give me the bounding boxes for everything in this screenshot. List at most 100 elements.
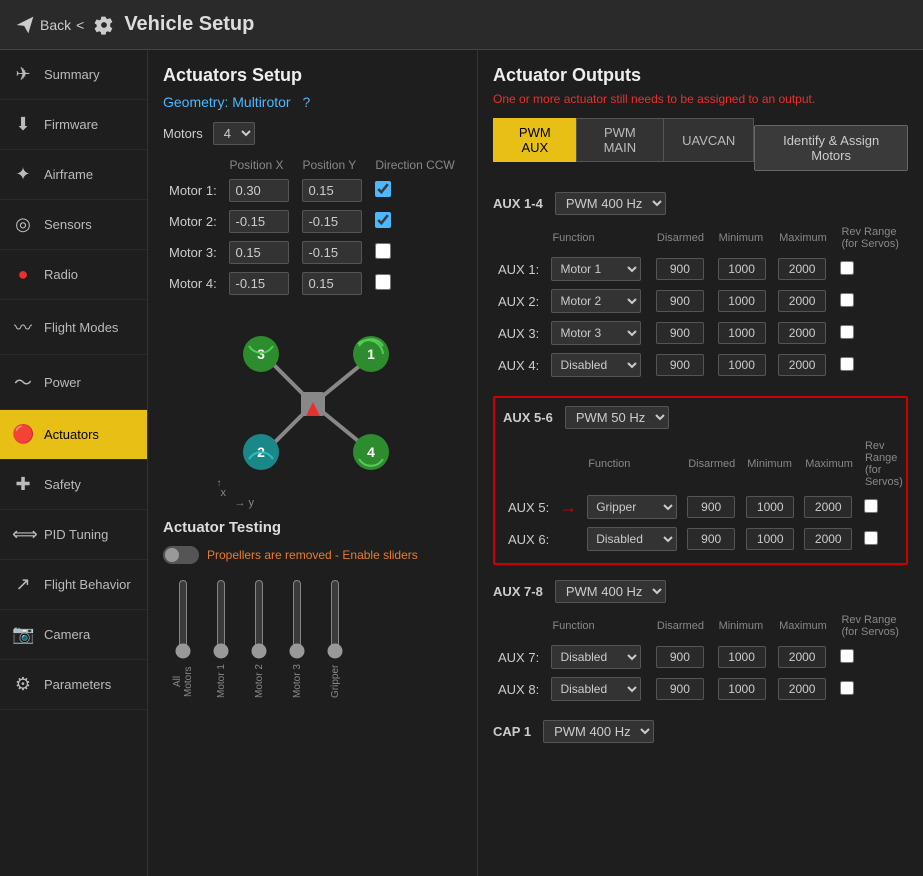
aux8-disarmed[interactable] [656,678,704,700]
enable-sliders-toggle[interactable] [163,546,199,564]
aux2-minimum[interactable] [718,290,766,312]
aux8-rev-checkbox[interactable] [840,681,854,695]
aux1-maximum[interactable] [778,258,826,280]
aux8-maximum[interactable] [778,678,826,700]
aux7-8-title: AUX 7-8 [493,584,543,599]
table-row: Motor 1: [163,175,462,206]
cap1-freq-select[interactable]: PWM 400 Hz [543,720,654,743]
aux6-function-select[interactable]: Disabled [587,527,677,551]
motor1-slider[interactable] [211,579,231,659]
aux8-label: AUX 8: [493,673,546,705]
aux5-minimum[interactable] [746,496,794,518]
aux2-maximum[interactable] [778,290,826,312]
aux5-disarmed[interactable] [687,496,735,518]
aux2-rev-checkbox[interactable] [840,293,854,307]
aux1-rev-checkbox[interactable] [840,261,854,275]
aux6-maximum[interactable] [804,528,852,550]
all-motors-label: All Motors [172,664,194,699]
aux3-rev-checkbox[interactable] [840,325,854,339]
aux2-disarmed[interactable] [656,290,704,312]
sidebar-item-flight-behavior[interactable]: ↗ Flight Behavior [0,560,147,610]
motors-count-select[interactable]: 4 [213,122,255,145]
aux3-function-select[interactable]: Motor 3 [551,321,641,345]
sidebar-item-sensors[interactable]: ◎ Sensors [0,200,147,250]
aux5-rev-checkbox[interactable] [864,499,878,513]
aux5-maximum[interactable] [804,496,852,518]
motor3-pos-y[interactable] [302,241,362,264]
all-motors-slider[interactable] [173,579,193,659]
aux4-disarmed[interactable] [656,354,704,376]
aux3-maximum[interactable] [778,322,826,344]
motor2-ccw-checkbox[interactable] [375,212,391,228]
aux4-function-select[interactable]: Disabled [551,353,641,377]
aux6-rev-checkbox[interactable] [864,531,878,545]
sidebar-item-actuators[interactable]: 🔴 Actuators [0,410,147,460]
aux7-rev-checkbox[interactable] [840,649,854,663]
motor-row-label: Motor 1: [163,175,223,206]
aux8-minimum[interactable] [718,678,766,700]
motor2-slider[interactable] [249,579,269,659]
axis-arrow: ↑ [217,478,222,489]
sidebar-item-flight-modes[interactable]: 〰 Flight Modes [0,300,147,355]
tab-uavcan[interactable]: UAVCAN [663,118,754,162]
motor4-pos-y[interactable] [302,272,362,295]
aux7-label: AUX 7: [493,641,546,673]
sidebar-item-firmware[interactable]: ⬇ Firmware [0,100,147,150]
back-button[interactable]: Back < [15,15,84,35]
aux5-function-select[interactable]: Gripper [587,495,677,519]
aux1-disarmed[interactable] [656,258,704,280]
aux7-maximum[interactable] [778,646,826,668]
sidebar-item-summary[interactable]: ✈ Summary [0,50,147,100]
motor2-pos-x[interactable] [229,210,289,233]
motor1-ccw-checkbox[interactable] [375,181,391,197]
sidebar-label-pid: PID Tuning [44,527,108,542]
aux1-4-freq-select[interactable]: PWM 400 Hz [555,192,666,215]
motor1-pos-y[interactable] [302,179,362,202]
aux4-rev-checkbox[interactable] [840,357,854,371]
sidebar-item-power[interactable]: 〜 Power [0,355,147,410]
col-motor [163,155,223,175]
aux4-maximum[interactable] [778,354,826,376]
identify-assign-button[interactable]: Identify & Assign Motors [754,125,908,171]
sidebar-label-flight-behavior: Flight Behavior [44,577,131,592]
aux6-minimum[interactable] [746,528,794,550]
aux1-4-section: AUX 1-4 PWM 400 Hz Function Disarmed Min… [493,192,908,381]
aux7-function-select[interactable]: Disabled [551,645,641,669]
aux7-minimum[interactable] [718,646,766,668]
aux3-disarmed[interactable] [656,322,704,344]
aux-col-maximum: Maximum [773,223,835,253]
motor3-ccw-checkbox[interactable] [375,243,391,259]
aux1-function-select[interactable]: Motor 1 [551,257,641,281]
help-icon[interactable]: ? [303,94,311,110]
sidebar-item-camera[interactable]: 📷 Camera [0,610,147,660]
sidebar-item-pid-tuning[interactable]: ⟺ PID Tuning [0,510,147,560]
sidebar-item-safety[interactable]: ✚ Safety [0,460,147,510]
aux8-function-select[interactable]: Disabled [551,677,641,701]
motor1-pos-x[interactable] [229,179,289,202]
left-panel: Actuators Setup Geometry: Multirotor ? M… [148,50,478,876]
sidebar-item-airframe[interactable]: ✦ Airframe [0,150,147,200]
aux2-label: AUX 2: [493,285,546,317]
aux2-function-select[interactable]: Motor 2 [551,289,641,313]
right-panel: Actuator Outputs One or more actuator st… [478,50,923,876]
motor3-pos-x[interactable] [229,241,289,264]
sidebar-item-radio[interactable]: ● Radio [0,250,147,300]
aux4-minimum[interactable] [718,354,766,376]
motor4-pos-x[interactable] [229,272,289,295]
aux5-6-freq-select[interactable]: PWM 50 Hz [565,406,669,429]
aux1-minimum[interactable] [718,258,766,280]
gripper-slider[interactable] [325,579,345,659]
tab-pwm-aux[interactable]: PWM AUX [493,118,576,162]
aux7-8-freq-select[interactable]: PWM 400 Hz [555,580,666,603]
sidebar-item-parameters[interactable]: ⚙ Parameters [0,660,147,710]
table-row: Motor 3: [163,237,462,268]
aux6-disarmed[interactable] [687,528,735,550]
motor2-pos-y[interactable] [302,210,362,233]
motor4-ccw-checkbox[interactable] [375,274,391,290]
parameters-icon: ⚙ [12,674,34,695]
motor3-slider[interactable] [287,579,307,659]
tab-pwm-main[interactable]: PWM MAIN [576,118,663,162]
actuators-icon: 🔴 [12,424,34,445]
aux3-minimum[interactable] [718,322,766,344]
aux7-disarmed[interactable] [656,646,704,668]
